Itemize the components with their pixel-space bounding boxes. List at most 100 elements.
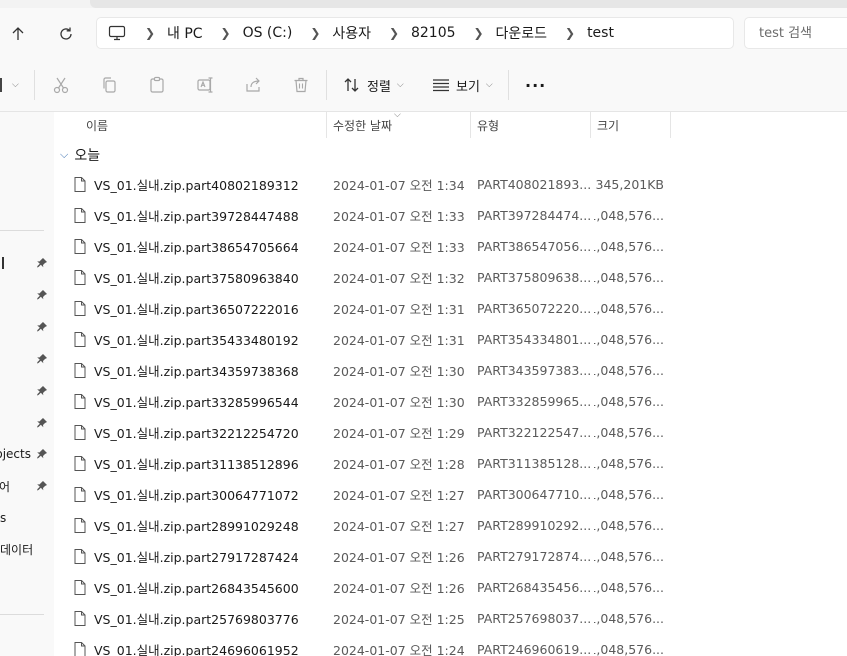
- cut-button[interactable]: [48, 72, 74, 98]
- trash-icon: [294, 77, 308, 93]
- file-name-cell[interactable]: VS_01.실내.zip.part34359738368: [74, 355, 324, 386]
- file-name-cell[interactable]: VS_01.실내.zip.part39728447488: [74, 200, 324, 231]
- file-name-cell[interactable]: VS_01.실내.zip.part38654705664: [74, 231, 324, 262]
- sidebar-item-label: ojects: [0, 447, 31, 461]
- search-box[interactable]: [744, 17, 847, 49]
- sidebar-item-partial-10[interactable]: 데이터: [0, 537, 54, 561]
- file-date-cell: 2024-01-07 오전 1:33: [333, 209, 465, 224]
- search-input[interactable]: [759, 25, 847, 41]
- delete-button[interactable]: [288, 72, 314, 98]
- sidebar-item-quick-6[interactable]: [0, 411, 54, 435]
- breadcrumb-users[interactable]: ❯ 사용자: [302, 18, 381, 48]
- column-divider[interactable]: [470, 112, 471, 138]
- file-icon: [74, 177, 86, 192]
- file-icon: [74, 208, 86, 223]
- column-divider[interactable]: [670, 112, 671, 138]
- sidebar-item-partial-9[interactable]: s: [0, 506, 54, 530]
- file-name: VS_01.실내.zip.part25769803776: [94, 612, 299, 627]
- sidebar-item-projects[interactable]: ojects: [0, 442, 54, 466]
- file-row[interactable]: VS_01.실내.zip.part37580963840 2024-01-07 오…: [54, 262, 847, 293]
- file-icon: [74, 456, 86, 471]
- file-row[interactable]: VS_01.실내.zip.part34359738368 2024-01-07 오…: [54, 355, 847, 386]
- column-header-name[interactable]: 이름: [86, 112, 108, 138]
- column-header-date[interactable]: 수정한 날짜: [333, 112, 392, 138]
- sidebar-item-quick-4[interactable]: [0, 347, 54, 371]
- cut-icon: [53, 77, 69, 94]
- breadcrumb-downloads[interactable]: ❯ 다운로드: [466, 18, 558, 48]
- file-row[interactable]: VS_01.실내.zip.part24696061952 2024-01-07 오…: [54, 634, 847, 656]
- file-name: VS_01.실내.zip.part30064771072: [94, 488, 299, 503]
- address-bar[interactable]: ❯ 내 PC ❯ OS (C:) ❯ 사용자 ❯ 82105 ❯ 다운로드 ❯ test: [96, 17, 734, 49]
- file-row[interactable]: VS_01.실내.zip.part32212254720 2024-01-07 오…: [54, 417, 847, 448]
- column-header-size[interactable]: 크기: [597, 112, 619, 138]
- sort-button[interactable]: 정렬 ⌵: [343, 72, 404, 98]
- file-row[interactable]: VS_01.실내.zip.part39728447488 2024-01-07 오…: [54, 200, 847, 231]
- file-name-cell[interactable]: VS_01.실내.zip.part33285996544: [74, 386, 324, 417]
- file-date-cell: 2024-01-07 오전 1:32: [333, 271, 465, 286]
- file-name-cell[interactable]: VS_01.실내.zip.part40802189312: [74, 169, 324, 200]
- file-type-cell: PART408021893...: [477, 177, 592, 192]
- file-name-cell[interactable]: VS_01.실내.zip.part32212254720: [74, 417, 324, 448]
- breadcrumb-user-folder[interactable]: ❯ 82105: [381, 18, 466, 48]
- column-divider[interactable]: [590, 112, 591, 138]
- pin-icon: [37, 386, 47, 396]
- sidebar-item-quick-5[interactable]: [0, 379, 54, 403]
- file-type-cell: PART289910292...: [477, 518, 592, 533]
- file-size-cell: 1,048,576...: [594, 580, 664, 595]
- sidebar-item-quick-3[interactable]: [0, 315, 54, 339]
- file-size-cell: 1,048,576...: [594, 425, 664, 440]
- refresh-button[interactable]: [52, 20, 80, 48]
- rename-button[interactable]: [192, 72, 218, 98]
- breadcrumb-test[interactable]: ❯ test: [557, 18, 624, 48]
- file-row[interactable]: VS_01.실내.zip.part25769803776 2024-01-07 오…: [54, 603, 847, 634]
- file-type-cell: PART343597383...: [477, 363, 592, 378]
- file-row[interactable]: VS_01.실내.zip.part28991029248 2024-01-07 오…: [54, 510, 847, 541]
- file-row[interactable]: VS_01.실내.zip.part36507222016 2024-01-07 오…: [54, 293, 847, 324]
- breadcrumb-label: 82105: [410, 25, 456, 41]
- up-button[interactable]: [4, 20, 32, 48]
- file-row[interactable]: VS_01.실내.zip.part30064771072 2024-01-07 오…: [54, 479, 847, 510]
- file-size-cell: 1,048,576...: [594, 394, 664, 409]
- this-pc-button[interactable]: [97, 25, 137, 41]
- sidebar-item-partial-8[interactable]: 어: [0, 474, 54, 498]
- breadcrumb-os-drive[interactable]: ❯ OS (C:): [213, 18, 303, 48]
- file-name-cell[interactable]: VS_01.실내.zip.part30064771072: [74, 479, 324, 510]
- file-row[interactable]: VS_01.실내.zip.part35433480192 2024-01-07 오…: [54, 324, 847, 355]
- file-name-cell[interactable]: VS_01.실내.zip.part31138512896: [74, 448, 324, 479]
- file-row[interactable]: VS_01.실내.zip.part27917287424 2024-01-07 오…: [54, 541, 847, 572]
- file-name-cell[interactable]: VS_01.실내.zip.part36507222016: [74, 293, 324, 324]
- file-name-cell[interactable]: VS_01.실내.zip.part37580963840: [74, 262, 324, 293]
- file-type-cell: PART246960619...: [477, 642, 592, 656]
- more-options-button[interactable]: ···: [525, 72, 546, 98]
- file-row[interactable]: VS_01.실내.zip.part33285996544 2024-01-07 오…: [54, 386, 847, 417]
- column-header-type[interactable]: 유형: [477, 112, 499, 138]
- sidebar-item-quick-2[interactable]: [0, 283, 54, 307]
- file-name-cell[interactable]: VS_01.실내.zip.part28991029248: [74, 510, 324, 541]
- file-name-cell[interactable]: VS_01.실내.zip.part35433480192: [74, 324, 324, 355]
- file-size-cell: 345,201KB: [595, 177, 664, 192]
- file-row[interactable]: VS_01.실내.zip.part31138512896 2024-01-07 오…: [54, 448, 847, 479]
- file-type-cell: PART365072220...: [477, 301, 592, 316]
- pin-icon: [37, 258, 47, 268]
- new-button-partial[interactable]: ⌵: [0, 72, 19, 98]
- file-size-cell: 1,048,576...: [594, 611, 664, 626]
- file-name-cell[interactable]: VS_01.실내.zip.part26843545600: [74, 572, 324, 603]
- file-name-cell[interactable]: VS_01.실내.zip.part25769803776: [74, 603, 324, 634]
- sidebar-item-quick-1[interactable]: [0, 251, 54, 275]
- file-name-cell[interactable]: VS_01.실내.zip.part24696061952: [74, 634, 324, 656]
- share-button[interactable]: [240, 72, 266, 98]
- paste-button[interactable]: [144, 72, 170, 98]
- group-header-today[interactable]: ⌵ 오늘: [60, 144, 100, 166]
- column-divider[interactable]: [326, 112, 327, 138]
- copy-button[interactable]: [96, 72, 122, 98]
- toolbar-divider: [326, 70, 327, 100]
- file-row[interactable]: VS_01.실내.zip.part40802189312 2024-01-07 오…: [54, 169, 847, 200]
- breadcrumb-this-pc[interactable]: ❯ 내 PC: [137, 18, 213, 48]
- file-date-cell: 2024-01-07 오전 1:30: [333, 364, 465, 379]
- file-row[interactable]: VS_01.실내.zip.part38654705664 2024-01-07 오…: [54, 231, 847, 262]
- view-button[interactable]: 보기 ⌵: [432, 72, 493, 98]
- chevron-right-icon: ❯: [220, 26, 231, 40]
- file-row[interactable]: VS_01.실내.zip.part26843545600 2024-01-07 오…: [54, 572, 847, 603]
- pin-icon: [37, 481, 47, 491]
- file-name-cell[interactable]: VS_01.실내.zip.part27917287424: [74, 541, 324, 572]
